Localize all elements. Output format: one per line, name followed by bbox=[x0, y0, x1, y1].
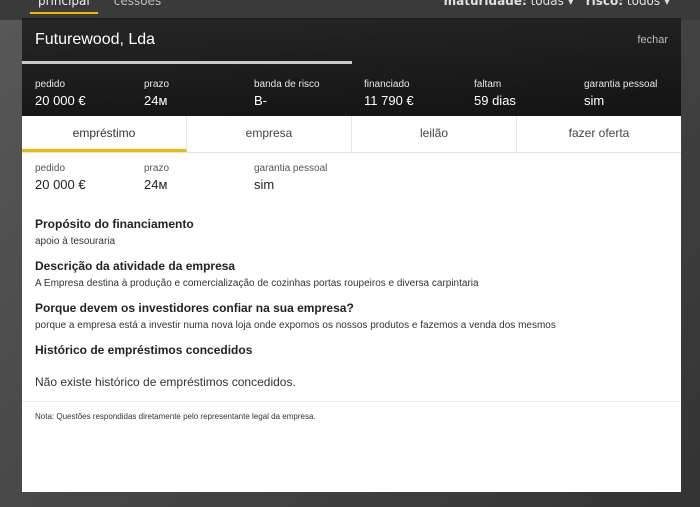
stat-garantia-pessoal: garantia pessoal sim bbox=[584, 79, 657, 108]
section-title: Histórico de empréstimos concedidos bbox=[35, 343, 253, 357]
bg-tab-principal[interactable]: principal bbox=[30, 0, 98, 14]
section-descricao: Descrição da atividade da empresa A Empr… bbox=[35, 259, 668, 289]
summary-label: prazo bbox=[144, 163, 170, 174]
stat-label: faltam bbox=[474, 79, 502, 90]
section-title: Propósito do financiamento bbox=[35, 217, 194, 231]
summary-value: 20 000 € bbox=[35, 177, 86, 192]
stat-label: banda de risco bbox=[254, 79, 320, 90]
tab-empresa[interactable]: empresa bbox=[187, 116, 352, 152]
summary-prazo: prazo 24м bbox=[144, 163, 169, 192]
section-proposito: Propósito do financiamento apoio à tesou… bbox=[35, 217, 668, 247]
stat-prazo: prazo 24м bbox=[144, 79, 169, 108]
filter-risco[interactable]: risco: todos ▾ bbox=[586, 0, 670, 8]
stat-value: sim bbox=[584, 93, 605, 108]
summary-label: pedido bbox=[35, 163, 66, 174]
stat-faltam: faltam 59 dias bbox=[474, 79, 516, 108]
background-filters: maturidade: todas ▾ risco: todos ▾ bbox=[444, 0, 670, 8]
summary-pedido: pedido 20 000 € bbox=[35, 163, 86, 192]
stat-banda-risco: banda de risco B- bbox=[254, 79, 320, 108]
stat-value: 59 dias bbox=[474, 93, 516, 108]
loan-stats: pedido 20 000 € prazo 24м banda de risco… bbox=[22, 79, 681, 115]
stat-value: 20 000 € bbox=[35, 93, 86, 108]
stat-label: financiado bbox=[364, 79, 410, 90]
section-title: Descrição da atividade da empresa bbox=[35, 259, 236, 273]
summary-value: sim bbox=[254, 177, 275, 192]
empty-history-text: Não existe histórico de empréstimos conc… bbox=[35, 375, 296, 389]
bg-tab-cessoes[interactable]: cessões bbox=[114, 0, 161, 14]
loan-detail-modal: Futurewood, Lda fechar pedido 20 000 € p… bbox=[22, 18, 681, 492]
detail-tabs: empréstimo empresa leilão fazer oferta bbox=[22, 116, 681, 153]
close-link[interactable]: fechar bbox=[637, 34, 668, 46]
stat-value: 11 790 € bbox=[364, 93, 414, 108]
section-confianca: Porque devem os investidores confiar na … bbox=[35, 301, 668, 331]
stat-label: garantia pessoal bbox=[584, 79, 658, 90]
filter-maturidade[interactable]: maturidade: todas ▾ bbox=[444, 0, 574, 8]
stat-financiado: financiado 11 790 € bbox=[364, 79, 414, 108]
modal-body: empréstimo empresa leilão fazer oferta p… bbox=[22, 116, 681, 492]
summary-value: 24м bbox=[144, 177, 168, 192]
tab-emprestimo[interactable]: empréstimo bbox=[22, 116, 187, 152]
background-tabs: principal cessões bbox=[30, 0, 161, 14]
stat-label: prazo bbox=[144, 79, 170, 90]
footnote: Nota: Questões respondidas diretamente p… bbox=[35, 412, 316, 421]
summary-label: garantia pessoal bbox=[254, 163, 328, 174]
stat-label: pedido bbox=[35, 79, 66, 90]
loan-summary: pedido 20 000 € prazo 24м garantia pesso… bbox=[35, 163, 668, 205]
section-historico: Histórico de empréstimos concedidos Não … bbox=[35, 343, 668, 389]
section-text: A Empresa destina à produção e comercial… bbox=[35, 278, 479, 289]
company-name: Futurewood, Lda bbox=[35, 31, 156, 48]
section-text: apoio à tesouraria bbox=[35, 236, 116, 247]
loan-tab-content: pedido 20 000 € prazo 24м garantia pesso… bbox=[22, 153, 681, 421]
title-underline bbox=[22, 61, 352, 64]
tab-leilao[interactable]: leilão bbox=[352, 116, 517, 152]
stat-pedido: pedido 20 000 € bbox=[35, 79, 86, 108]
stat-value: B- bbox=[254, 93, 267, 108]
divider bbox=[22, 401, 681, 402]
summary-garantia-pessoal: garantia pessoal sim bbox=[254, 163, 327, 192]
tab-fazer-oferta[interactable]: fazer oferta bbox=[517, 116, 681, 152]
modal-header: Futurewood, Lda fechar pedido 20 000 € p… bbox=[22, 18, 681, 116]
stat-value: 24м bbox=[144, 93, 168, 108]
section-text: porque a empresa está a investir numa no… bbox=[35, 320, 556, 331]
section-title: Porque devem os investidores confiar na … bbox=[35, 301, 354, 315]
